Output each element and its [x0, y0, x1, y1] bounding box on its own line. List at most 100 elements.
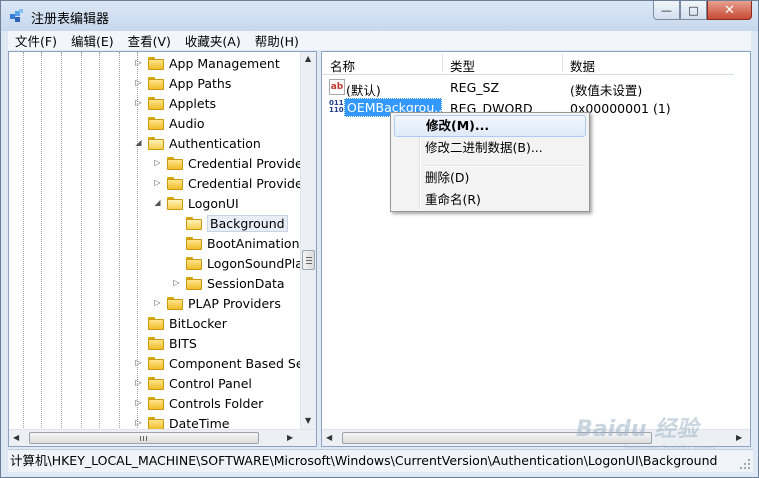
folder-icon: [167, 297, 183, 310]
expand-arrow-icon: [134, 338, 143, 347]
expand-arrow-icon[interactable]: ▷: [134, 78, 143, 87]
folder-icon: [186, 257, 202, 270]
scroll-left-arrow-icon[interactable]: ◀: [13, 433, 19, 442]
menu-favorites[interactable]: 收藏夹(A): [178, 31, 248, 50]
expand-arrow-icon[interactable]: ▷: [153, 158, 162, 167]
tree-item-label[interactable]: App Management: [169, 56, 280, 71]
tree-item-label[interactable]: BitLocker: [169, 316, 227, 331]
folder-icon: [186, 217, 202, 230]
folder-icon: [148, 117, 164, 130]
context-menu-delete[interactable]: 删除(D): [394, 167, 586, 189]
regedit-window: 注册表编辑器 — □ ✕ 文件(F) 编辑(E) 查看(V) 收藏夹(A) 帮助…: [0, 0, 759, 478]
tree-item[interactable]: ▷ Applets: [9, 94, 309, 114]
tree-item[interactable]: ◢ Authentication: [9, 134, 309, 154]
regedit-app-icon: [10, 9, 23, 22]
folder-icon: [148, 357, 164, 370]
tree-item[interactable]: BitLocker: [9, 314, 309, 334]
tree-item-label[interactable]: PLAP Providers: [188, 296, 281, 311]
scroll-right-arrow-icon[interactable]: ▶: [736, 433, 742, 442]
context-menu-rename[interactable]: 重命名(R): [394, 189, 586, 211]
column-header-name[interactable]: 名称: [330, 56, 355, 75]
tree-item[interactable]: BITS: [9, 334, 309, 354]
status-key-path: 计算机\HKEY_LOCAL_MACHINE\SOFTWARE\Microsof…: [10, 453, 718, 468]
expand-arrow-icon[interactable]: ▷: [153, 178, 162, 187]
tree-item-label[interactable]: Credential Provider: [188, 156, 308, 171]
tree-item-label[interactable]: Component Based Ser: [169, 356, 309, 371]
column-header-type[interactable]: 类型: [450, 56, 475, 75]
expand-arrow-icon[interactable]: ▷: [172, 278, 181, 287]
tree-item-label[interactable]: Authentication: [169, 136, 261, 151]
expand-arrow-icon[interactable]: ▷: [134, 378, 143, 387]
menu-view[interactable]: 查看(V): [121, 31, 178, 50]
expand-arrow-icon: [134, 318, 143, 327]
tree-item-label[interactable]: SessionData: [207, 276, 285, 291]
resize-grip-icon[interactable]: [739, 458, 751, 470]
title-bar[interactable]: 注册表编辑器 — □ ✕: [1, 1, 758, 31]
tree-item[interactable]: LogonSoundPlay: [9, 254, 310, 274]
value-data: (数值未设置): [570, 83, 643, 98]
tree-item[interactable]: Audio: [9, 114, 309, 134]
context-menu-modify[interactable]: 修改(M)...: [394, 115, 586, 137]
folder-icon: [186, 237, 202, 250]
expand-arrow-icon[interactable]: ▷: [134, 98, 143, 107]
expand-arrow-icon: [172, 238, 181, 247]
tree-item-label[interactable]: BITS: [169, 336, 197, 351]
menu-file[interactable]: 文件(F): [8, 31, 64, 50]
column-header-data[interactable]: 数据: [570, 56, 595, 75]
tree-item-label[interactable]: Audio: [169, 116, 205, 131]
tree-item[interactable]: ◢ LogonUI: [9, 194, 309, 214]
list-header: 名称 类型 数据: [322, 52, 750, 75]
tree-item-label[interactable]: Controls Folder: [169, 396, 263, 411]
tree-item[interactable]: ▷ Controls Folder: [9, 394, 309, 414]
tree-item-label[interactable]: LogonSoundPlay: [207, 256, 310, 271]
tree-item[interactable]: ▷ Component Based Ser: [9, 354, 309, 374]
tree-hscroll-thumb[interactable]: [29, 432, 259, 444]
tree-item[interactable]: ▷ Credential Provider: [9, 174, 309, 194]
tree-item[interactable]: ▷ PLAP Providers: [9, 294, 309, 314]
context-menu-modify-binary[interactable]: 修改二进制数据(B)...: [394, 137, 586, 159]
scroll-up-arrow-icon[interactable]: ▲: [305, 54, 311, 63]
scroll-down-arrow-icon[interactable]: ▼: [305, 416, 311, 425]
tree-vertical-scrollbar[interactable]: ▲ ▼: [300, 52, 316, 430]
context-menu: 修改(M)... 修改二进制数据(B)... 删除(D) 重命名(R): [390, 112, 590, 212]
expand-arrow-icon[interactable]: ▷: [153, 298, 162, 307]
tree-item-label[interactable]: Credential Provider: [188, 176, 308, 191]
tree-horizontal-scrollbar[interactable]: ◀ ▶: [9, 429, 316, 446]
tree-item-label[interactable]: Applets: [169, 96, 216, 111]
scroll-right-arrow-icon[interactable]: ▶: [287, 433, 293, 442]
tree-item[interactable]: BootAnimation: [9, 234, 309, 254]
tree-item[interactable]: ▷ SessionData: [9, 274, 309, 294]
tree-item[interactable]: ▷ Credential Provider: [9, 154, 309, 174]
scroll-left-arrow-icon[interactable]: ◀: [326, 433, 332, 442]
expand-arrow-icon[interactable]: ▷: [134, 358, 143, 367]
tree-item-label[interactable]: Control Panel: [169, 376, 252, 391]
tree-item-label[interactable]: BootAnimation: [207, 236, 300, 251]
collapse-arrow-icon[interactable]: ◢: [134, 138, 143, 147]
values-list-pane[interactable]: 名称 类型 数据 ab (默认) REG_SZ (数值未设置) 011 110 …: [321, 51, 751, 447]
expand-arrow-icon[interactable]: ▷: [134, 418, 143, 427]
value-row-default[interactable]: ab (默认) REG_SZ (数值未设置): [322, 77, 750, 98]
tree-item[interactable]: Background: [9, 214, 309, 234]
minimize-button[interactable]: —: [653, 1, 680, 20]
expand-arrow-icon[interactable]: ▷: [134, 58, 143, 67]
menu-help[interactable]: 帮助(H): [248, 31, 306, 50]
folder-icon: [148, 397, 164, 410]
collapse-arrow-icon[interactable]: ◢: [153, 198, 162, 207]
tree-item-label-selected[interactable]: Background: [207, 215, 288, 232]
tree-item[interactable]: ▷ Control Panel: [9, 374, 309, 394]
folder-icon: [167, 157, 183, 170]
maximize-button[interactable]: □: [680, 1, 707, 20]
close-button[interactable]: ✕: [707, 1, 752, 20]
expand-arrow-icon: [172, 218, 181, 227]
menu-edit[interactable]: 编辑(E): [64, 31, 121, 50]
key-tree-pane[interactable]: ▷ App Management ▷ App Paths ▷ Applets Audio ◢ A…: [8, 51, 317, 447]
expand-arrow-icon[interactable]: ▷: [134, 398, 143, 407]
folder-icon: [148, 97, 164, 110]
tree-item[interactable]: ▷ App Management: [9, 54, 309, 74]
folder-icon: [167, 177, 183, 190]
tree-item-label[interactable]: App Paths: [169, 76, 231, 91]
tree-item[interactable]: ▷ App Paths: [9, 74, 309, 94]
tree-item-label[interactable]: LogonUI: [188, 196, 239, 211]
menu-bar: 文件(F) 编辑(E) 查看(V) 收藏夹(A) 帮助(H): [8, 31, 751, 50]
tree-scroll-thumb[interactable]: [302, 250, 315, 270]
